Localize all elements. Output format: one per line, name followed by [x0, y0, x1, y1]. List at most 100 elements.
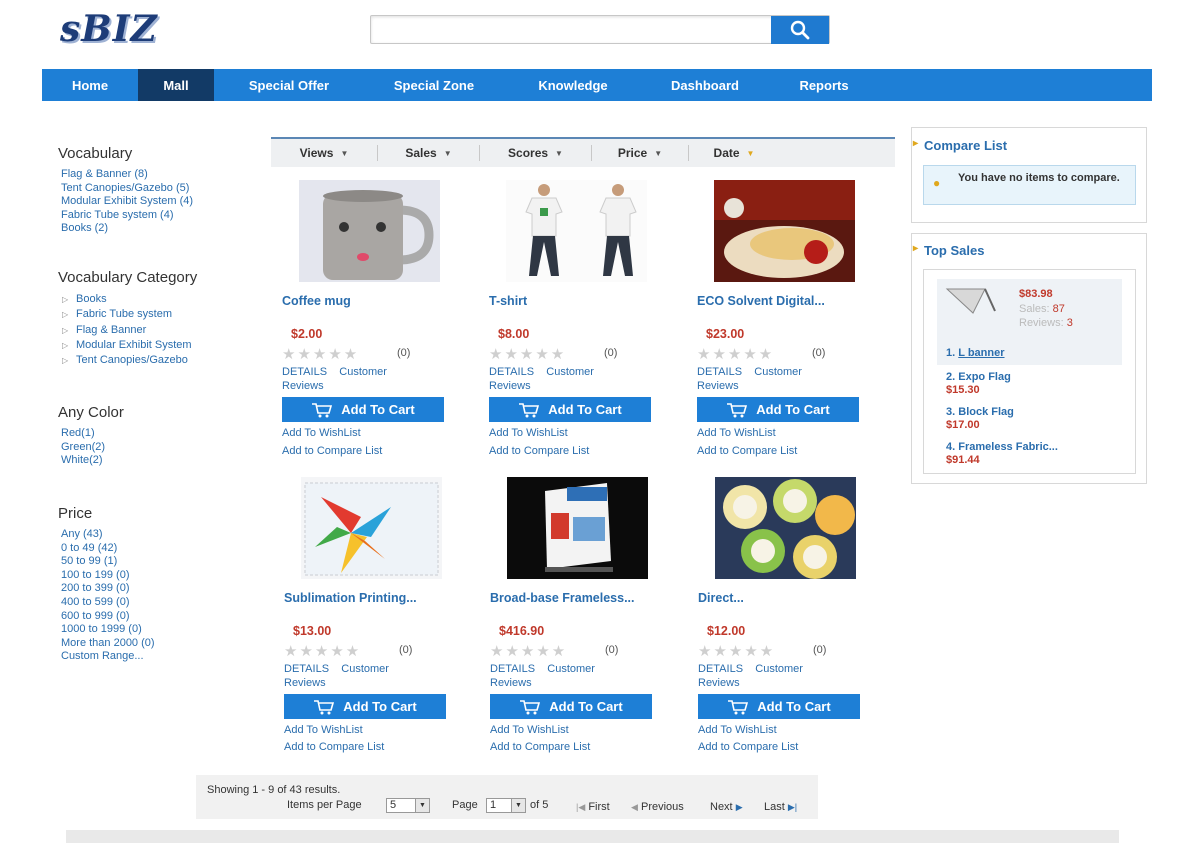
sublimation-printing-image: [301, 477, 442, 579]
filter-link[interactable]: Any (43): [61, 528, 155, 542]
nav-dashboard[interactable]: Dashboard: [642, 69, 768, 101]
top-sales-item[interactable]: 1. L banner: [946, 347, 1005, 359]
filter-link[interactable]: 50 to 99 (1): [61, 555, 155, 569]
add-to-compare-link[interactable]: Add to Compare List: [282, 445, 382, 457]
filter-link[interactable]: Books: [58, 292, 197, 308]
top-sales-item[interactable]: 4. Frameless Fabric... $91.44: [946, 441, 1058, 467]
details-link[interactable]: DETAILS: [490, 663, 535, 675]
rating-stars[interactable]: ★★★★★: [490, 642, 567, 660]
product-name[interactable]: Broad-base Frameless...: [490, 590, 680, 606]
rating-stars[interactable]: ★★★★★: [697, 345, 774, 363]
top-sales-item[interactable]: 2. Expo Flag $15.30: [946, 371, 1011, 397]
rating-stars[interactable]: ★★★★★: [282, 345, 359, 363]
product-image[interactable]: [301, 477, 442, 579]
filter-link[interactable]: Tent Canopies/Gazebo: [58, 353, 197, 369]
product-image[interactable]: [299, 180, 440, 282]
filter-link[interactable]: 0 to 49 (42): [61, 542, 155, 556]
add-to-compare-link[interactable]: Add to Compare List: [489, 445, 589, 457]
add-to-wishlist-link[interactable]: Add To WishList: [489, 427, 568, 439]
filter-link[interactable]: Modular Exhibit System: [58, 338, 197, 354]
add-to-compare-link[interactable]: Add to Compare List: [697, 445, 797, 457]
filter-link[interactable]: Red(1): [61, 427, 124, 441]
first-page-button[interactable]: |◀ First: [576, 801, 610, 813]
add-to-cart-button[interactable]: Add To Cart: [698, 694, 860, 719]
filter-link[interactable]: Flag & Banner: [58, 323, 197, 339]
rating-stars[interactable]: ★★★★★: [698, 642, 775, 660]
items-per-page-select[interactable]: 5 ▼: [386, 798, 430, 813]
details-link[interactable]: DETAILS: [698, 663, 743, 675]
product-card: Coffee mug $2.00 ★★★★★ (0) DETAILS Custo…: [282, 180, 452, 460]
add-to-cart-button[interactable]: Add To Cart: [284, 694, 446, 719]
search-input[interactable]: [371, 16, 771, 43]
add-to-wishlist-link[interactable]: Add To WishList: [697, 427, 776, 439]
sort-sales[interactable]: Sales ▼: [378, 145, 479, 161]
next-page-button[interactable]: Next ▶: [710, 801, 743, 813]
nav-special-zone[interactable]: Special Zone: [364, 69, 504, 101]
details-link[interactable]: DETAILS: [697, 366, 742, 378]
filter-link[interactable]: Flag & Banner (8): [61, 168, 193, 182]
product-image[interactable]: [506, 180, 647, 282]
add-to-wishlist-link[interactable]: Add To WishList: [698, 724, 777, 736]
filter-link[interactable]: Tent Canopies/Gazebo (5): [61, 182, 193, 196]
add-to-compare-link[interactable]: Add to Compare List: [490, 741, 590, 753]
details-link[interactable]: DETAILS: [489, 366, 534, 378]
review-count: (0): [605, 644, 619, 656]
filter-link[interactable]: Fabric Tube system: [58, 307, 197, 323]
sort-bar: Views ▼ Sales ▼ Scores ▼ Price ▼ Date ▼: [271, 137, 895, 167]
filter-link[interactable]: Green(2): [61, 441, 124, 455]
filter-link[interactable]: Books (2): [61, 222, 193, 236]
featured-item[interactable]: $83.98 Sales: 87 Reviews: 3 1. L banner: [937, 279, 1122, 365]
product-price: $416.90: [499, 624, 545, 638]
add-to-cart-button[interactable]: Add To Cart: [697, 397, 859, 422]
search-button[interactable]: [771, 16, 829, 44]
link-text: Customer: [754, 366, 802, 378]
site-logo[interactable]: sBIZ: [60, 8, 158, 50]
product-name[interactable]: T-shirt: [489, 293, 679, 309]
product-name[interactable]: Sublimation Printing...: [284, 590, 474, 606]
link-text: Customer: [341, 663, 389, 675]
nav-reports[interactable]: Reports: [768, 69, 880, 101]
top-sales-item[interactable]: 3. Block Flag $17.00: [946, 406, 1014, 432]
add-to-cart-button[interactable]: Add To Cart: [282, 397, 444, 422]
add-to-wishlist-link[interactable]: Add To WishList: [284, 724, 363, 736]
sort-date[interactable]: Date ▼: [689, 145, 779, 161]
rating-stars[interactable]: ★★★★★: [489, 345, 566, 363]
filter-link[interactable]: 400 to 599 (0): [61, 596, 155, 610]
filter-link[interactable]: 600 to 999 (0): [61, 610, 155, 624]
details-link[interactable]: DETAILS: [284, 663, 329, 675]
product-name[interactable]: Direct...: [698, 590, 888, 606]
rating-stars[interactable]: ★★★★★: [284, 642, 361, 660]
product-name[interactable]: ECO Solvent Digital...: [697, 293, 887, 309]
previous-page-button[interactable]: ◀ Previous: [631, 801, 684, 813]
sort-views[interactable]: Views ▼: [271, 145, 377, 161]
add-to-wishlist-link[interactable]: Add To WishList: [282, 427, 361, 439]
sort-scores[interactable]: Scores ▼: [480, 145, 591, 161]
add-to-compare-link[interactable]: Add to Compare List: [698, 741, 798, 753]
nav-home[interactable]: Home: [42, 69, 138, 101]
last-page-button[interactable]: Last ▶|: [764, 801, 797, 813]
product-image[interactable]: [715, 477, 856, 579]
filter-link[interactable]: More than 2000 (0): [61, 637, 155, 651]
filter-link[interactable]: Modular Exhibit System (4): [61, 195, 193, 209]
add-to-compare-link[interactable]: Add to Compare List: [284, 741, 384, 753]
nav-knowledge[interactable]: Knowledge: [504, 69, 642, 101]
page-select[interactable]: 1 ▼: [486, 798, 526, 813]
filter-link[interactable]: 100 to 199 (0): [61, 569, 155, 583]
add-to-cart-button[interactable]: Add To Cart: [489, 397, 651, 422]
product-name[interactable]: Coffee mug: [282, 293, 472, 309]
details-link[interactable]: DETAILS: [282, 366, 327, 378]
sort-price[interactable]: Price ▼: [592, 145, 688, 161]
nav-mall[interactable]: Mall: [138, 69, 214, 101]
filter-link[interactable]: 200 to 399 (0): [61, 582, 155, 596]
link-text: Reviews: [489, 380, 531, 392]
filter-link[interactable]: 1000 to 1999 (0): [61, 623, 155, 637]
filter-link[interactable]: White(2): [61, 454, 124, 468]
product-image[interactable]: [714, 180, 855, 282]
add-to-wishlist-link[interactable]: Add To WishList: [490, 724, 569, 736]
nav-special-offer[interactable]: Special Offer: [214, 69, 364, 101]
add-to-cart-button[interactable]: Add To Cart: [490, 694, 652, 719]
product-image[interactable]: [507, 477, 648, 579]
filter-link[interactable]: Fabric Tube system (4): [61, 209, 193, 223]
filter-link[interactable]: Custom Range...: [61, 650, 155, 664]
review-count: (0): [397, 347, 411, 359]
